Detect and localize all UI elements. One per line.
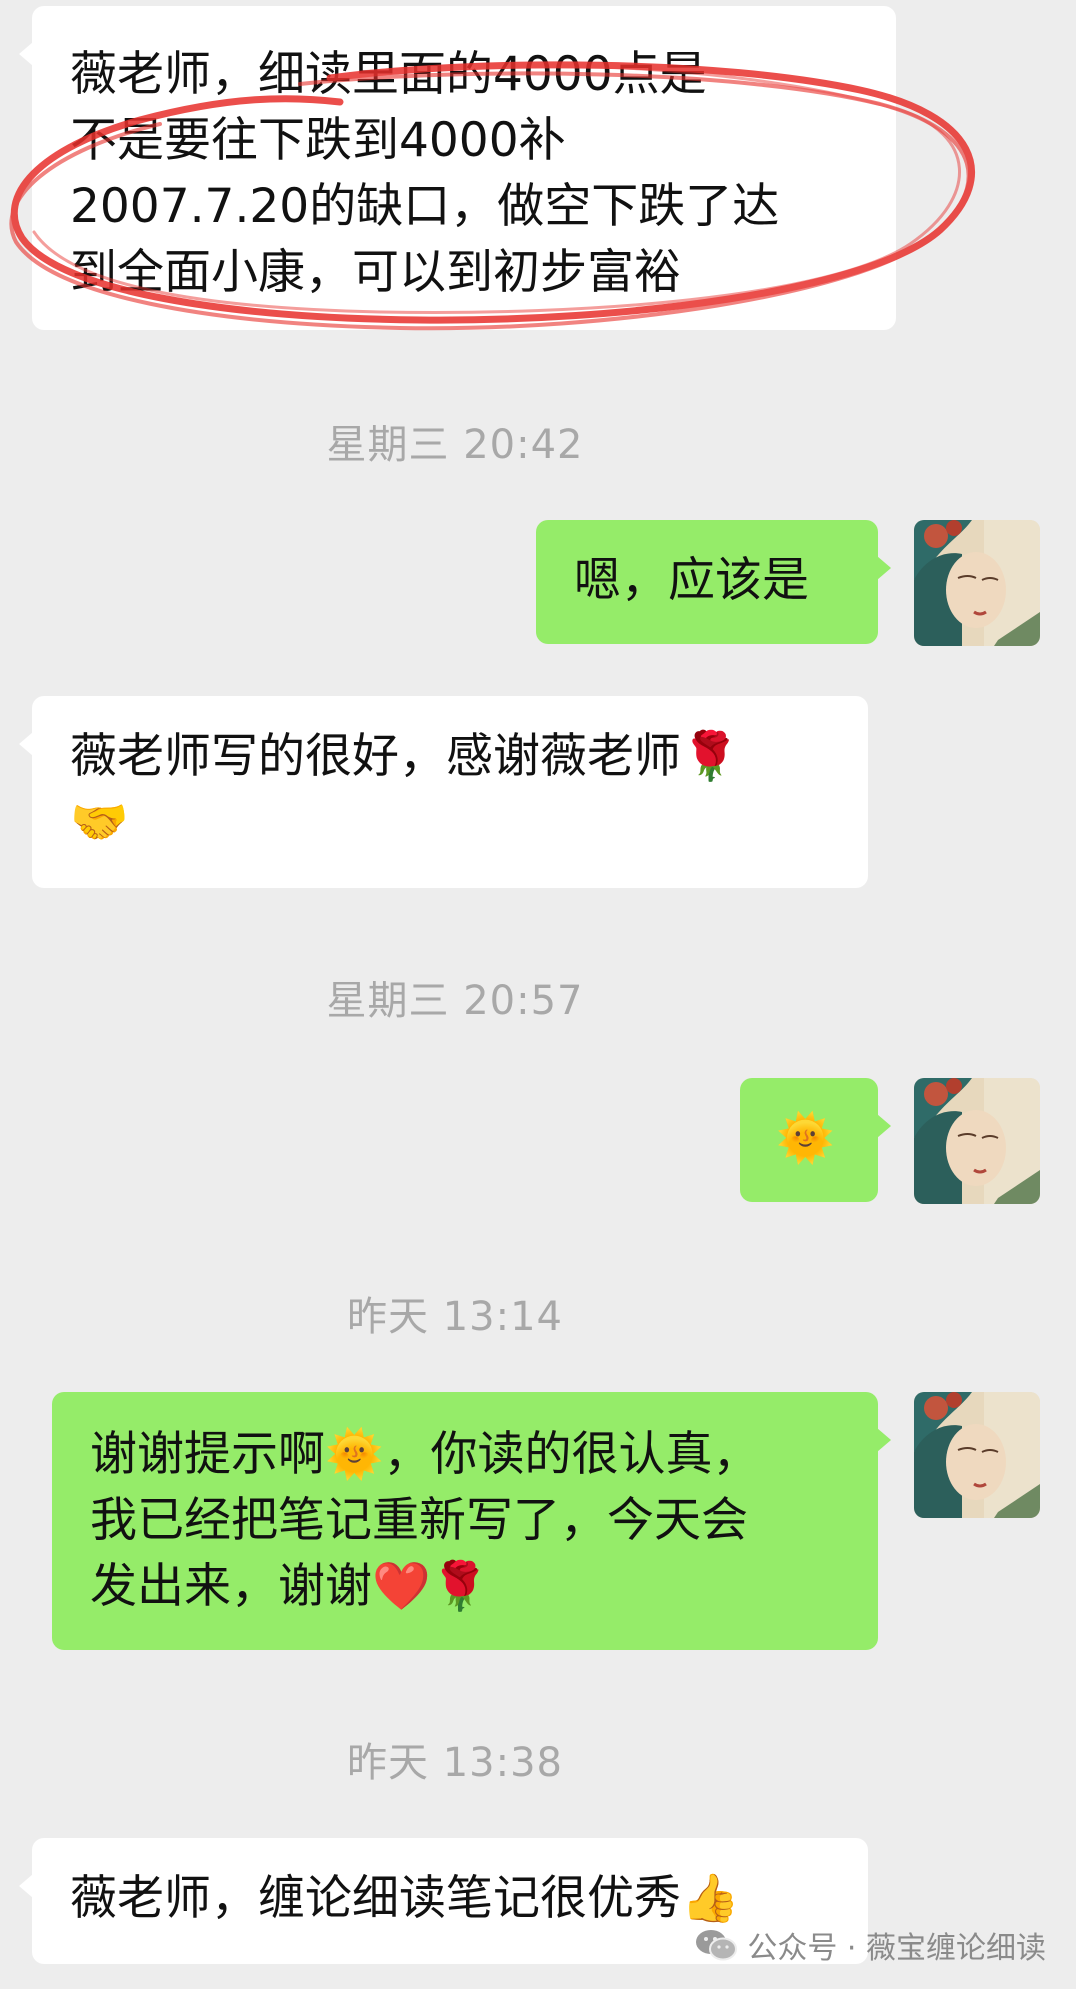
avatar-portrait-icon — [914, 520, 1040, 646]
chat-area[interactable]: 薇老师，细读里面的4000点是 不是要往下跌到4000补 2007.7.20的缺… — [0, 0, 1076, 1989]
message-bubble-sent[interactable]: 嗯，应该是 — [536, 520, 891, 644]
avatar-portrait-icon — [914, 1392, 1040, 1518]
watermark-text: 公众号 · 薇宝缠论细读 — [747, 1931, 1046, 1966]
avatar[interactable] — [914, 1078, 1040, 1204]
avatar[interactable] — [914, 1392, 1040, 1518]
watermark: 公众号 · 薇宝缠论细读 — [695, 1923, 1046, 1967]
message-timestamp: 星期三 20:42 — [326, 422, 584, 468]
message-bubble-sent[interactable]: 谢谢提示啊🌞，你读的很认真， 我已经把笔记重新写了，今天会 发出来，谢谢❤️🌹 — [52, 1392, 891, 1650]
avatar[interactable] — [914, 520, 1040, 646]
message-bubble-received[interactable]: 薇老师写的很好，感谢薇老师🌹 🤝 — [19, 696, 868, 888]
message-timestamp: 昨天 13:38 — [347, 1740, 563, 1786]
message-bubble-received[interactable]: 薇老师，细读里面的4000点是 不是要往下跌到4000补 2007.7.20的缺… — [19, 6, 896, 330]
avatar-portrait-icon — [914, 1078, 1040, 1204]
wechat-icon — [696, 1930, 738, 1961]
message-timestamp: 昨天 13:14 — [347, 1294, 563, 1340]
message-bubble-sent[interactable]: 🌞 — [740, 1078, 891, 1202]
message-timestamp: 星期三 20:57 — [326, 978, 584, 1024]
